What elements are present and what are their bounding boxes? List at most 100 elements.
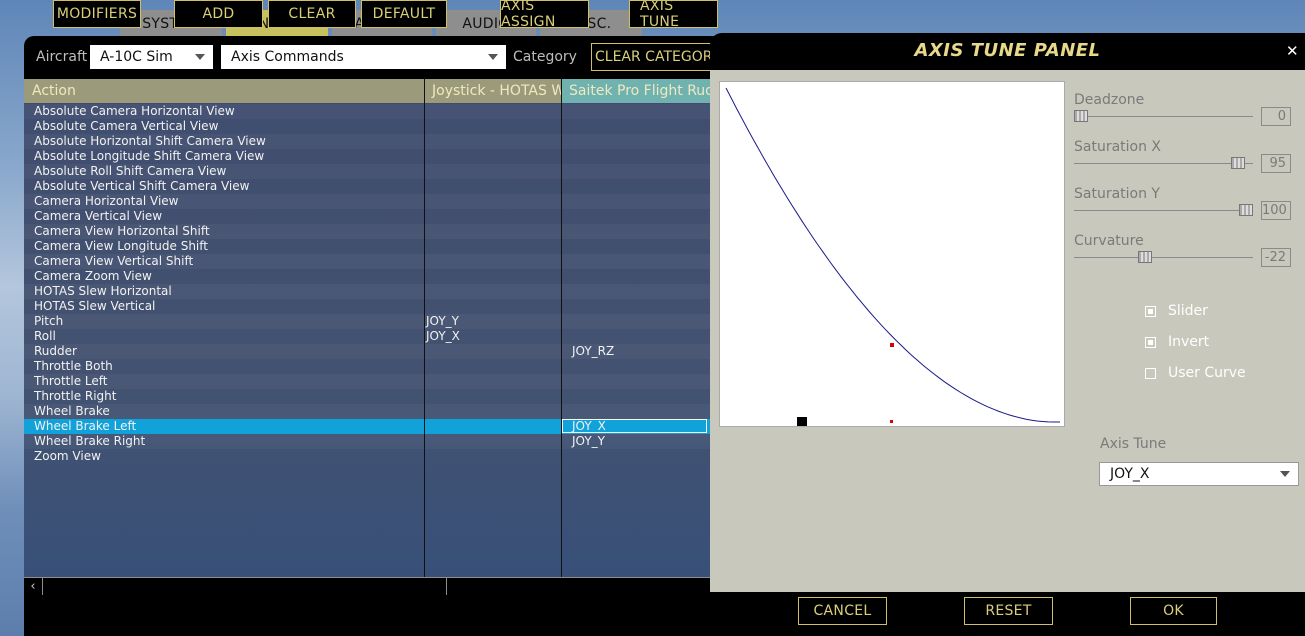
table-row[interactable]: Throttle Right xyxy=(24,389,710,404)
ok-button[interactable]: OK xyxy=(1130,597,1217,625)
row-action: Camera View Horizontal Shift xyxy=(34,224,210,238)
aircraft-value: A-10C Sim xyxy=(100,49,173,65)
curvature-slider-thumb[interactable] xyxy=(1138,251,1153,263)
saturation-x-value[interactable]: 95 xyxy=(1261,154,1291,173)
saturation-x-slider-thumb[interactable] xyxy=(1230,157,1245,169)
cancel-button[interactable]: CANCEL xyxy=(798,597,887,625)
table-row[interactable]: Absolute Horizontal Shift Camera View xyxy=(24,134,710,149)
row-action: Wheel Brake xyxy=(34,404,110,418)
horizontal-scrollbar[interactable]: ‹ xyxy=(24,577,710,596)
table-row[interactable]: Camera View Horizontal Shift xyxy=(24,224,710,239)
response-curve-graph xyxy=(719,81,1065,427)
curvature-label: Curvature xyxy=(1074,233,1144,249)
input-position-marker xyxy=(890,420,893,423)
clear-button[interactable]: CLEAR xyxy=(268,0,356,28)
aircraft-select[interactable]: A-10C Sim xyxy=(90,45,213,69)
table-row[interactable]: Rudder JOY_RZ xyxy=(24,344,710,359)
row-action: Camera Zoom View xyxy=(34,269,152,283)
close-icon[interactable]: ✕ xyxy=(1286,42,1299,60)
row-saitek-binding[interactable]: JOY_RZ xyxy=(572,344,614,359)
column-divider xyxy=(424,79,425,577)
table-row[interactable]: Absolute Camera Horizontal View xyxy=(24,104,710,119)
table-row[interactable]: Absolute Vertical Shift Camera View xyxy=(24,179,710,194)
reset-button[interactable]: RESET xyxy=(964,597,1053,625)
row-action: Camera Horizontal View xyxy=(34,194,179,208)
row-saitek-binding[interactable]: JOY_X xyxy=(572,419,606,434)
invert-checkbox[interactable] xyxy=(1145,337,1156,348)
table-row[interactable]: HOTAS Slew Vertical xyxy=(24,299,710,314)
curvature-value[interactable]: -22 xyxy=(1261,248,1291,267)
saturation-x-slider[interactable] xyxy=(1074,163,1253,164)
saturation-y-value[interactable]: 100 xyxy=(1261,201,1291,220)
curvature-slider[interactable] xyxy=(1074,257,1253,258)
table-row[interactable]: Wheel Brake Left JOY_X xyxy=(24,419,710,434)
row-action: Pitch xyxy=(34,314,64,328)
column-divider xyxy=(561,79,562,577)
row-action: Roll xyxy=(34,329,56,343)
row-action: Wheel Brake Left xyxy=(34,419,137,433)
axis-tune-value: JOY_X xyxy=(1110,466,1150,482)
table-row[interactable]: HOTAS Slew Horizontal xyxy=(24,284,710,299)
saturation-x-label: Saturation X xyxy=(1074,139,1162,155)
slider-option-label: Slider xyxy=(1168,303,1208,319)
user-curve-checkbox[interactable] xyxy=(1145,368,1156,379)
category-label: Category xyxy=(513,49,577,65)
row-action: Rudder xyxy=(34,344,77,358)
deadzone-slider[interactable] xyxy=(1074,116,1253,117)
axis-tune-label: Axis Tune xyxy=(1100,436,1167,452)
axis-assign-button[interactable]: AXIS ASSIGN xyxy=(500,0,589,30)
table-header: Action Joystick - HOTAS Wa Saitek Pro Fl… xyxy=(24,79,710,103)
row-joystick-binding[interactable]: JOY_X xyxy=(426,329,460,344)
scroll-left-icon[interactable]: ‹ xyxy=(24,578,43,595)
saturation-y-slider[interactable] xyxy=(1074,210,1253,211)
table-row[interactable]: Throttle Left xyxy=(24,374,710,389)
header-action[interactable]: Action xyxy=(24,79,424,103)
modifiers-button[interactable]: MODIFIERS xyxy=(53,0,141,28)
user-curve-option-label: User Curve xyxy=(1168,365,1246,381)
deadzone-value[interactable]: 0 xyxy=(1261,107,1291,126)
chevron-down-icon xyxy=(1280,471,1290,477)
current-position-marker xyxy=(890,343,894,347)
table-row[interactable]: Camera Vertical View xyxy=(24,209,710,224)
table-row[interactable]: Camera Zoom View xyxy=(24,269,710,284)
deadzone-slider-thumb[interactable] xyxy=(1074,110,1088,122)
table-row[interactable]: Absolute Longitude Shift Camera View xyxy=(24,149,710,164)
row-action: Absolute Horizontal Shift Camera View xyxy=(34,134,266,148)
scrollbar-thumb[interactable] xyxy=(42,578,447,595)
bindings-table: Action Joystick - HOTAS Wa Saitek Pro Fl… xyxy=(24,79,710,577)
row-action: HOTAS Slew Vertical xyxy=(34,299,156,313)
default-button[interactable]: DEFAULT xyxy=(361,0,447,28)
deadzone-label: Deadzone xyxy=(1074,92,1145,108)
table-row[interactable]: Roll JOY_X xyxy=(24,329,710,344)
row-action: Camera View Vertical Shift xyxy=(34,254,194,268)
axis-tune-select[interactable]: JOY_X xyxy=(1099,462,1299,486)
header-saitek[interactable]: Saitek Pro Flight Rud xyxy=(561,79,710,103)
row-joystick-binding[interactable]: JOY_Y xyxy=(426,314,459,329)
axis-tune-button[interactable]: AXIS TUNE xyxy=(629,0,718,28)
row-action: Camera Vertical View xyxy=(34,209,163,223)
row-action: Absolute Camera Horizontal View xyxy=(34,104,235,118)
row-saitek-binding[interactable]: JOY_Y xyxy=(572,434,605,449)
table-row[interactable]: Absolute Camera Vertical View xyxy=(24,119,710,134)
saturation-y-label: Saturation Y xyxy=(1074,186,1160,202)
table-row[interactable]: Camera View Longitude Shift xyxy=(24,239,710,254)
table-row[interactable]: Pitch JOY_Y xyxy=(24,314,710,329)
row-action: Throttle Left xyxy=(34,374,108,388)
aircraft-label: Aircraft xyxy=(36,49,88,65)
row-action: Absolute Camera Vertical View xyxy=(34,119,219,133)
table-row[interactable]: Wheel Brake xyxy=(24,404,710,419)
chevron-down-icon xyxy=(488,54,498,60)
table-row[interactable]: Absolute Roll Shift Camera View xyxy=(24,164,710,179)
table-row[interactable]: Wheel Brake Right JOY_Y xyxy=(24,434,710,449)
table-row[interactable]: Camera Horizontal View xyxy=(24,194,710,209)
commands-select[interactable]: Axis Commands xyxy=(221,45,506,69)
table-row[interactable]: Throttle Both xyxy=(24,359,710,374)
table-row[interactable]: Camera View Vertical Shift xyxy=(24,254,710,269)
row-action: Zoom View xyxy=(34,449,101,463)
header-joystick[interactable]: Joystick - HOTAS Wa xyxy=(424,79,561,103)
table-row[interactable]: Zoom View xyxy=(24,449,710,464)
saturation-y-slider-thumb[interactable] xyxy=(1239,204,1253,216)
add-button[interactable]: ADD xyxy=(174,0,263,28)
row-action: Wheel Brake Right xyxy=(34,434,146,448)
slider-checkbox[interactable] xyxy=(1145,306,1156,317)
